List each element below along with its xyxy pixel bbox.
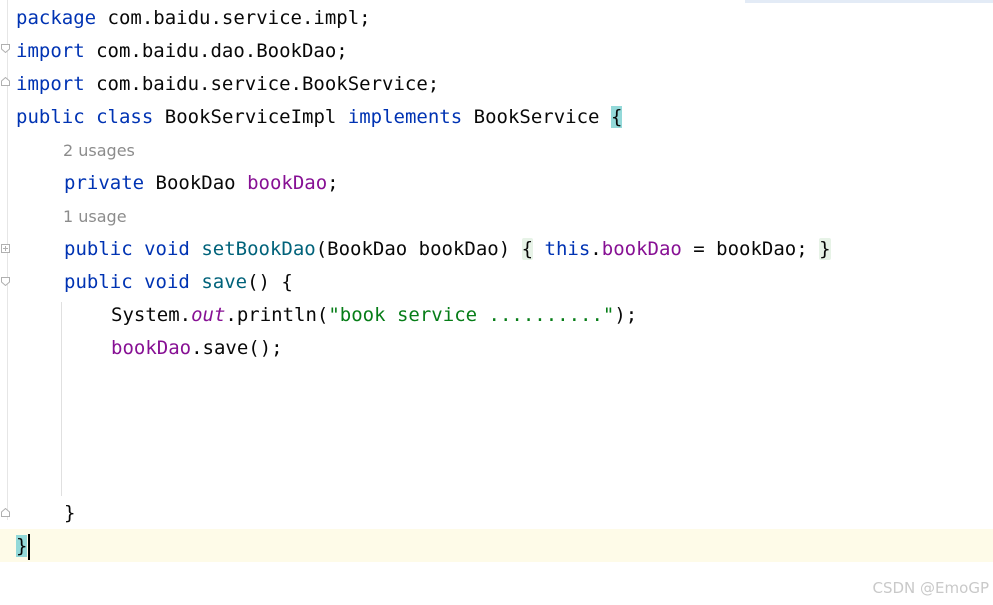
code-line-dao-save: bookDao.save(); — [111, 332, 283, 365]
code-line-println: System.out.println("book service .......… — [111, 299, 637, 332]
fold-marker-icon[interactable] — [1, 277, 10, 286]
matched-brace: { — [610, 106, 623, 128]
code-token: public — [16, 106, 85, 128]
code-line-method-save: public void save() { — [64, 266, 293, 299]
code-token: class — [96, 106, 154, 128]
code-token: } — [64, 502, 76, 524]
code-token: System. — [111, 304, 192, 326]
code-line-class-close: } — [16, 530, 31, 563]
code-token: import — [16, 40, 85, 62]
fold-end-icon[interactable] — [1, 508, 10, 517]
code-token: BookDao — [155, 172, 236, 194]
text-caret — [28, 533, 31, 560]
matched-brace: } — [16, 535, 28, 557]
fold-collapsed-icon[interactable] — [1, 244, 10, 253]
code-token: BookService — [473, 106, 600, 128]
usages-inlay-hint[interactable]: 1 usage — [63, 200, 127, 233]
code-token: com.baidu.service.impl; — [96, 7, 371, 29]
code-token: void — [144, 271, 190, 293]
watermark: CSDN @EmoGP — [872, 579, 989, 597]
code-token: this — [544, 238, 591, 260]
code-token: = bookDao; — [681, 238, 808, 260]
code-line-import: import com.baidu.service.BookService; — [16, 68, 439, 101]
code-token: () { — [247, 271, 293, 293]
code-editor[interactable]: package com.baidu.service.impl; import c… — [0, 0, 993, 605]
code-token: BookServiceImpl — [164, 106, 337, 128]
code-token: import — [16, 73, 85, 95]
code-token: setBookDao — [201, 238, 316, 260]
indent-guide — [61, 302, 62, 496]
code-token: implements — [347, 106, 463, 128]
code-token: public — [64, 271, 133, 293]
code-token: bookDao — [601, 238, 682, 260]
code-token: . — [590, 238, 602, 260]
code-line-method-close: } — [64, 497, 75, 530]
code-token: public — [64, 238, 133, 260]
code-token: com.baidu.dao.BookDao; — [84, 40, 348, 62]
code-token: ); — [614, 304, 638, 326]
fold-end-icon[interactable] — [1, 77, 10, 86]
code-token: bookDao — [111, 337, 192, 359]
code-token: .println( — [225, 304, 329, 326]
code-token: ; — [327, 172, 339, 194]
code-line-field: private BookDao bookDao; — [64, 167, 339, 200]
code-token: private — [64, 172, 145, 194]
code-line-class-declaration: public class BookServiceImpl implements … — [16, 101, 623, 134]
code-token: "book service .........." — [328, 304, 615, 326]
current-line-highlight — [0, 529, 993, 562]
code-line-setter: public void setBookDao(BookDao bookDao) … — [64, 233, 831, 266]
usages-inlay-hint[interactable]: 2 usages — [63, 134, 135, 167]
code-token: .save(); — [191, 337, 283, 359]
folded-region-open: { — [521, 238, 534, 260]
code-token: bookDao — [247, 172, 328, 194]
code-line-package: package com.baidu.service.impl; — [16, 2, 371, 35]
code-line-import: import com.baidu.dao.BookDao; — [16, 35, 348, 68]
tab-strip-edge — [745, 0, 993, 3]
code-token: out — [191, 304, 226, 326]
fold-marker-icon[interactable] — [1, 44, 10, 53]
code-token: (BookDao bookDao) — [315, 238, 511, 260]
folded-region-close: } — [819, 238, 831, 260]
code-token: save — [201, 271, 248, 293]
code-token: void — [144, 238, 190, 260]
code-token: package — [16, 7, 97, 29]
code-token: com.baidu.service.BookService; — [84, 73, 440, 95]
